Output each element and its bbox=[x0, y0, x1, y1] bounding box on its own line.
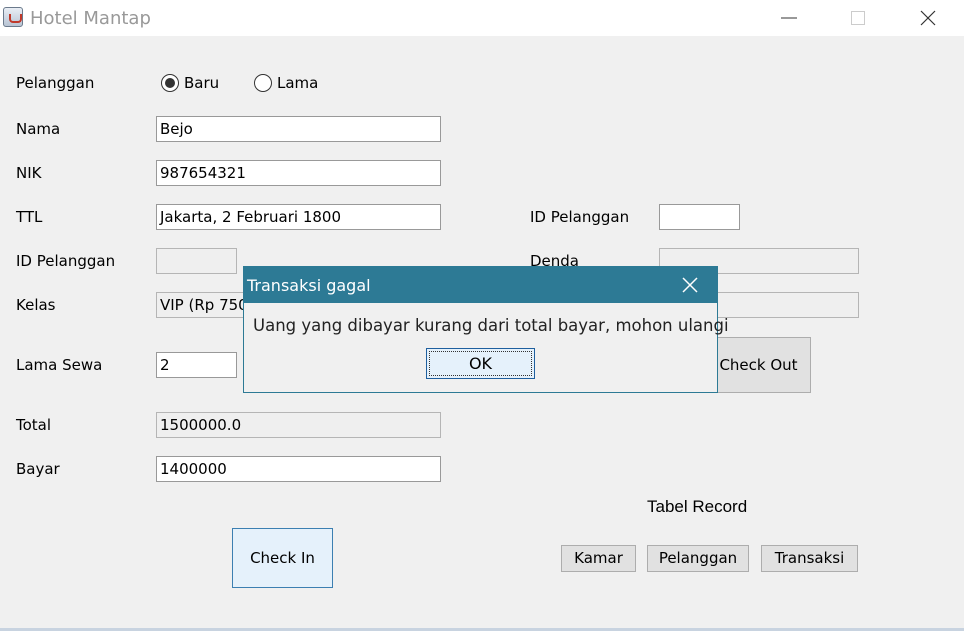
dialog-title-bar: Transaksi gagal bbox=[244, 267, 717, 303]
tabel-record-heading: Tabel Record bbox=[647, 497, 748, 516]
pelanggan-label: Pelanggan bbox=[16, 74, 95, 92]
check-in-button[interactable]: Check In bbox=[232, 528, 333, 588]
radio-lama-label[interactable]: Lama bbox=[277, 74, 318, 92]
title-bar: Hotel Mantap bbox=[0, 0, 964, 36]
java-app-icon bbox=[3, 7, 23, 27]
maximize-button bbox=[835, 0, 881, 36]
window-title: Hotel Mantap bbox=[30, 8, 151, 29]
checkout-id-pelanggan-label: ID Pelanggan bbox=[530, 208, 630, 226]
transaksi-button[interactable]: Transaksi bbox=[761, 545, 858, 572]
ok-button-label: OK bbox=[468, 354, 493, 373]
dialog-title: Transaksi gagal bbox=[247, 276, 371, 295]
radio-baru-label[interactable]: Baru bbox=[184, 74, 219, 92]
error-dialog: Transaksi gagal Uang yang dibayar kurang… bbox=[243, 266, 729, 393]
bayar-label: Bayar bbox=[16, 460, 60, 478]
nik-label: NIK bbox=[16, 164, 42, 182]
minimize-icon bbox=[781, 17, 797, 19]
dialog-message: Uang yang dibayar kurang dari total baya… bbox=[253, 316, 729, 335]
ok-button[interactable]: OK bbox=[426, 348, 535, 379]
close-button[interactable] bbox=[905, 0, 951, 36]
lama-sewa-input[interactable]: 2 bbox=[156, 352, 237, 378]
kelas-label: Kelas bbox=[16, 296, 56, 314]
dialog-close-button[interactable] bbox=[680, 275, 700, 295]
lama-sewa-label: Lama Sewa bbox=[16, 356, 103, 374]
id-pelanggan-field bbox=[156, 248, 237, 274]
nama-label: Nama bbox=[16, 120, 61, 138]
id-pelanggan-label: ID Pelanggan bbox=[16, 252, 116, 270]
check-out-button[interactable]: Check Out bbox=[706, 337, 811, 393]
nik-input[interactable]: 987654321 bbox=[156, 160, 441, 186]
pelanggan-button[interactable]: Pelanggan bbox=[647, 545, 749, 572]
ttl-input[interactable]: Jakarta, 2 Februari 1800 bbox=[156, 204, 441, 230]
kamar-button[interactable]: Kamar bbox=[561, 545, 636, 572]
kelas-combo[interactable]: VIP (Rp 750 bbox=[156, 292, 256, 318]
minimize-button[interactable] bbox=[766, 0, 812, 36]
total-field: 1500000.0 bbox=[156, 412, 441, 438]
radio-lama[interactable] bbox=[254, 74, 272, 92]
radio-baru[interactable] bbox=[161, 74, 179, 92]
nama-input[interactable]: Bejo bbox=[156, 116, 441, 142]
total-label: Total bbox=[16, 416, 52, 434]
maximize-icon bbox=[851, 11, 865, 25]
bayar-input[interactable]: 1400000 bbox=[156, 456, 441, 482]
ttl-label: TTL bbox=[16, 208, 43, 226]
checkout-id-pelanggan-input[interactable] bbox=[659, 204, 740, 230]
close-icon bbox=[682, 277, 698, 293]
close-icon bbox=[920, 10, 936, 26]
